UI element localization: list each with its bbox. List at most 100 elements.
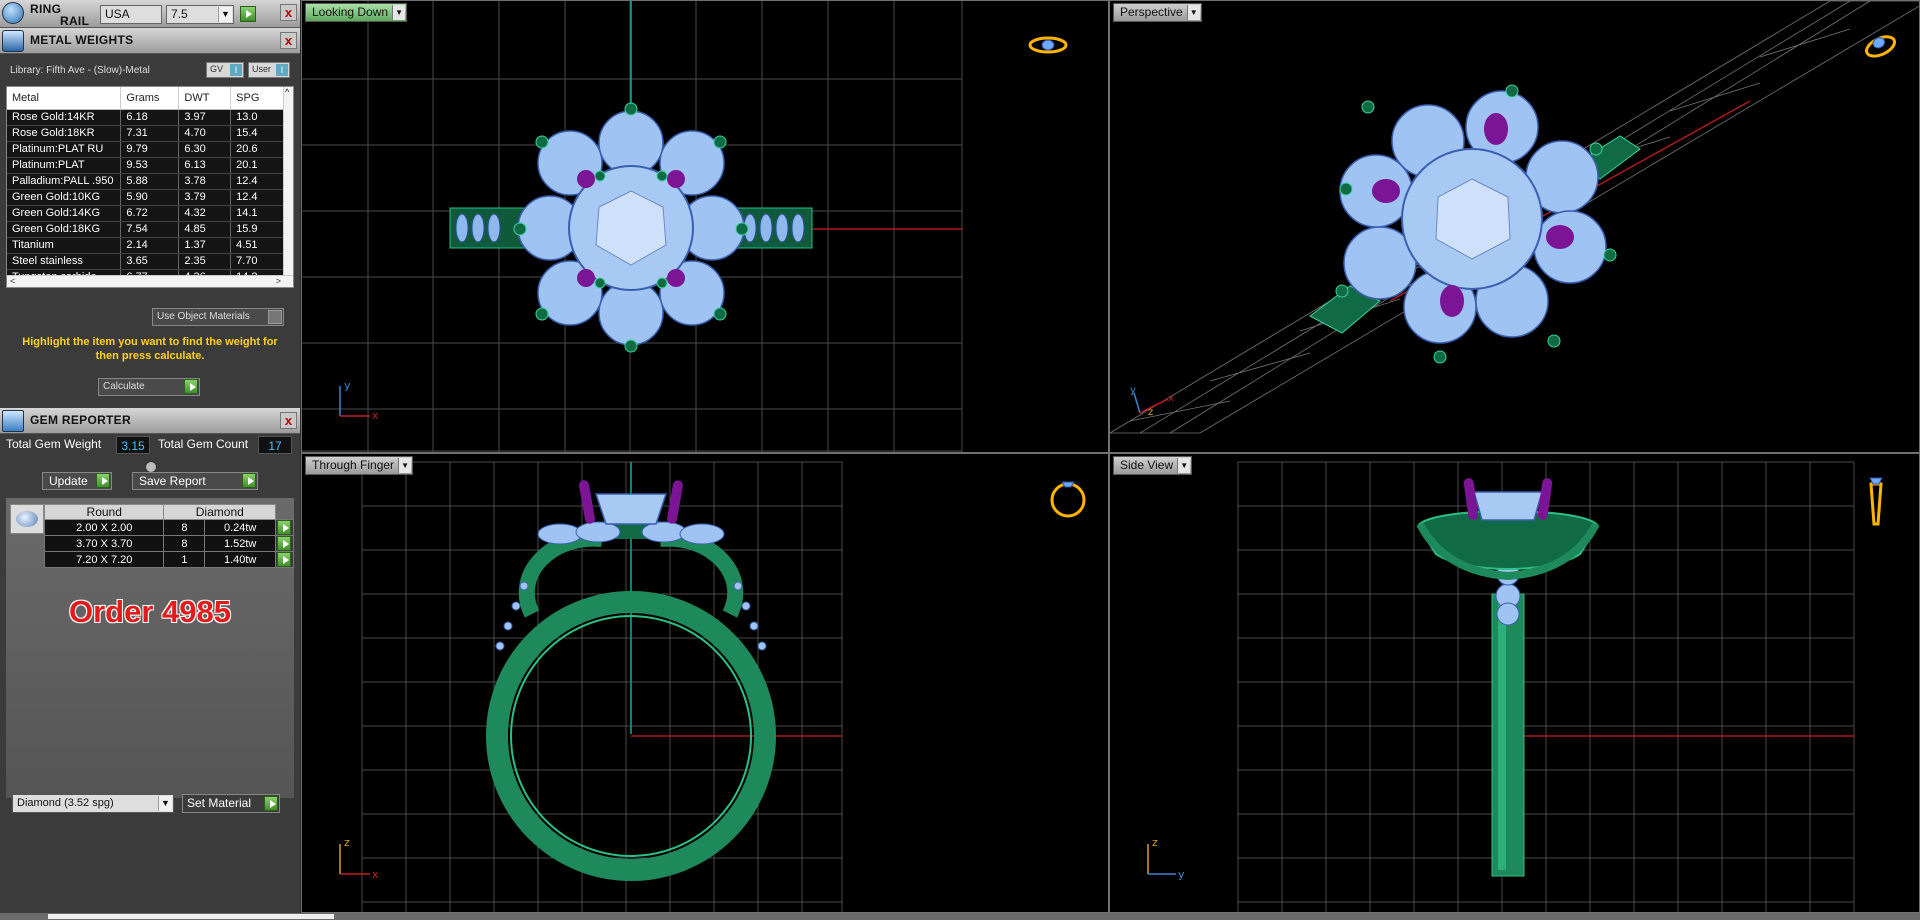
apply-ring-size-button[interactable]	[240, 6, 256, 22]
ring-perspective-view[interactable]	[1309, 84, 1641, 364]
metal-table-cell: Steel stainless	[7, 253, 122, 270]
ring-side-view[interactable]	[1416, 478, 1600, 877]
matrix-jewelry-cad-app: RING RAIL USA 7.5 ▼ x METAL WEIGHTS x Li…	[0, 0, 1920, 920]
round-gem-thumbnail-icon[interactable]	[10, 504, 44, 534]
gem-reporter-title: GEM REPORTER	[30, 413, 131, 427]
gem-table-cell: 8	[163, 519, 206, 536]
save-report-button[interactable]: Save Report	[132, 472, 258, 490]
gem-table-cell: 1.40tw	[204, 551, 277, 568]
side-view-canvas[interactable]: z y	[1110, 454, 1920, 913]
gem-report-area: Round Diamond 2.00 X 2.00 8 0.24tw 3.70 X 3…	[6, 498, 294, 798]
metal-table-row[interactable]: Palladium:PALL .950 5.88 3.78 12.4	[7, 173, 285, 190]
play-arrow-icon	[242, 473, 256, 488]
close-icon[interactable]: x	[280, 4, 297, 21]
ring-top-view[interactable]	[449, 102, 813, 353]
gem-row-select-button[interactable]	[275, 519, 294, 536]
gem-material-header: Diamond	[163, 504, 277, 520]
use-object-materials-button[interactable]: Use Object Materials	[152, 308, 284, 326]
gem-table-body: 2.00 X 2.00 8 0.24tw 3.70 X 3.70 8 1.52tw 7.20…	[43, 519, 294, 568]
metal-table-row[interactable]: Rose Gold:14KR 6.18 3.97 13.0	[7, 109, 285, 126]
metal-column-header[interactable]: SPG	[230, 87, 285, 110]
metal-weights-panel-header: METAL WEIGHTS x	[0, 28, 300, 54]
y-axis-label: y	[1130, 385, 1136, 396]
viewport-label-side-view[interactable]: Side View ▼	[1113, 456, 1193, 475]
ring-size-select[interactable]: 7.5 ▼	[166, 5, 234, 24]
gem-table-row[interactable]: 7.20 X 7.20 1 1.40tw	[43, 551, 294, 568]
gem-report-table: Round Diamond 2.00 X 2.00 8 0.24tw 3.70 X 3…	[43, 504, 294, 568]
close-icon[interactable]: x	[280, 32, 297, 49]
toggle-icon: I	[276, 64, 288, 76]
viewport-side-view[interactable]: z y Side View ▼	[1109, 453, 1920, 913]
user-toggle[interactable]: User I	[248, 62, 290, 78]
viewport-label-through-finger[interactable]: Through Finger ▼	[305, 456, 414, 475]
front-view-canvas[interactable]: z x	[302, 454, 1109, 913]
gv-toggle[interactable]: GV I	[206, 62, 244, 78]
y-axis-label: y	[344, 379, 351, 392]
metal-table-row[interactable]: Titanium 2.14 1.37 4.51	[7, 237, 285, 254]
gem-row-select-button[interactable]	[275, 535, 294, 552]
metal-table-row[interactable]: Green Gold:18KG 7.54 4.85 15.9	[7, 221, 285, 238]
metal-table-cell: 6.72	[120, 205, 180, 222]
play-arrow-icon	[184, 379, 198, 394]
metal-table-cell: 4.85	[178, 221, 232, 238]
metal-table-row[interactable]: Green Gold:10KG 5.90 3.79 12.4	[7, 189, 285, 206]
gem-table-header: Round Diamond	[43, 504, 294, 520]
axis-triad: z y	[1147, 836, 1185, 881]
ring-orientation-icon[interactable]	[1869, 477, 1883, 526]
status-bar	[0, 913, 1920, 920]
metal-table-horizontal-scrollbar[interactable]: < >	[7, 275, 293, 287]
x-axis-label: x	[1168, 393, 1174, 404]
gem-table-cell: 1.52tw	[204, 535, 277, 552]
metal-table-cell: Palladium:PALL .950	[7, 173, 122, 190]
metal-table-row[interactable]: Green Gold:14KG 6.72 4.32 14.1	[7, 205, 285, 222]
ring-size-standard-select[interactable]: USA	[100, 5, 162, 24]
top-view-canvas[interactable]: y x	[302, 1, 1109, 453]
metal-table-cell: 9.79	[120, 141, 180, 158]
metal-column-header[interactable]: Metal	[7, 87, 122, 110]
gem-table-cell: 3.70 X 3.70	[43, 535, 165, 552]
left-tool-panel: RING RAIL USA 7.5 ▼ x METAL WEIGHTS x Li…	[0, 0, 300, 920]
metal-table-cell: 3.78	[178, 173, 232, 190]
metal-column-header[interactable]: Grams	[120, 87, 180, 110]
metal-table-vertical-scrollbar[interactable]	[283, 87, 293, 287]
gem-table-row[interactable]: 3.70 X 3.70 8 1.52tw	[43, 535, 294, 552]
chevron-down-icon: ▼	[1186, 5, 1200, 20]
order-number-label: Order 4985	[69, 594, 231, 629]
z-axis-label: z	[1148, 407, 1153, 418]
set-material-button[interactable]: Set Material	[182, 794, 280, 813]
calculate-button[interactable]: Calculate	[98, 378, 200, 396]
metal-table-cell: 9.53	[120, 157, 180, 174]
total-gem-count-value: 17	[258, 436, 292, 454]
viewport-label-looking-down[interactable]: Looking Down ▼	[305, 3, 408, 22]
metal-table-cell: 4.51	[230, 237, 285, 254]
gem-table-row[interactable]: 2.00 X 2.00 8 0.24tw	[43, 519, 294, 536]
metal-table-cell: Platinum:PLAT	[7, 157, 122, 174]
gem-row-select-button[interactable]	[275, 551, 294, 568]
metal-table-row[interactable]: Platinum:PLAT RU 9.79 6.30 20.6	[7, 141, 285, 158]
metal-table-cell: 5.90	[120, 189, 180, 206]
chevron-down-icon: ▼	[392, 5, 406, 20]
viewport-through-finger[interactable]: z x Through Finger ▼	[301, 453, 1109, 913]
close-icon[interactable]: x	[280, 412, 297, 429]
axis-triad: y x	[339, 379, 379, 422]
metal-table-cell: Platinum:PLAT RU	[7, 141, 122, 158]
gem-reporter-panel: Total Gem Weight 3.15 Total Gem Count 17…	[0, 434, 300, 818]
metal-column-header[interactable]: DWT	[178, 87, 232, 110]
metal-table-row[interactable]: Rose Gold:18KR 7.31 4.70 15.4	[7, 125, 285, 142]
metal-table-cell: 13.0	[230, 109, 285, 126]
metal-table-row[interactable]: Steel stainless 3.65 2.35 7.70	[7, 253, 285, 270]
viewport-label-perspective[interactable]: Perspective ▼	[1113, 3, 1202, 22]
viewport-perspective[interactable]: y x z Perspective ▼	[1109, 0, 1920, 453]
metal-table-row[interactable]: Platinum:PLAT 9.53 6.13 20.1	[7, 157, 285, 174]
ring-orientation-icon[interactable]	[1050, 481, 1086, 518]
ring-orientation-icon[interactable]	[1028, 36, 1068, 54]
chevron-down-icon: ▼	[158, 796, 172, 811]
metal-table-cell: 7.31	[120, 125, 180, 142]
viewport-looking-down[interactable]: y x Looking Down ▼	[301, 0, 1109, 453]
gem-material-select[interactable]: Diamond (3.52 spg) ▼	[12, 794, 174, 813]
metal-table-cell: Titanium	[7, 237, 122, 254]
update-button[interactable]: Update	[42, 472, 112, 490]
y-axis-label: y	[1178, 868, 1185, 881]
gem-table-cell: 1	[163, 551, 206, 568]
perspective-view-canvas[interactable]: y x z	[1110, 1, 1920, 453]
